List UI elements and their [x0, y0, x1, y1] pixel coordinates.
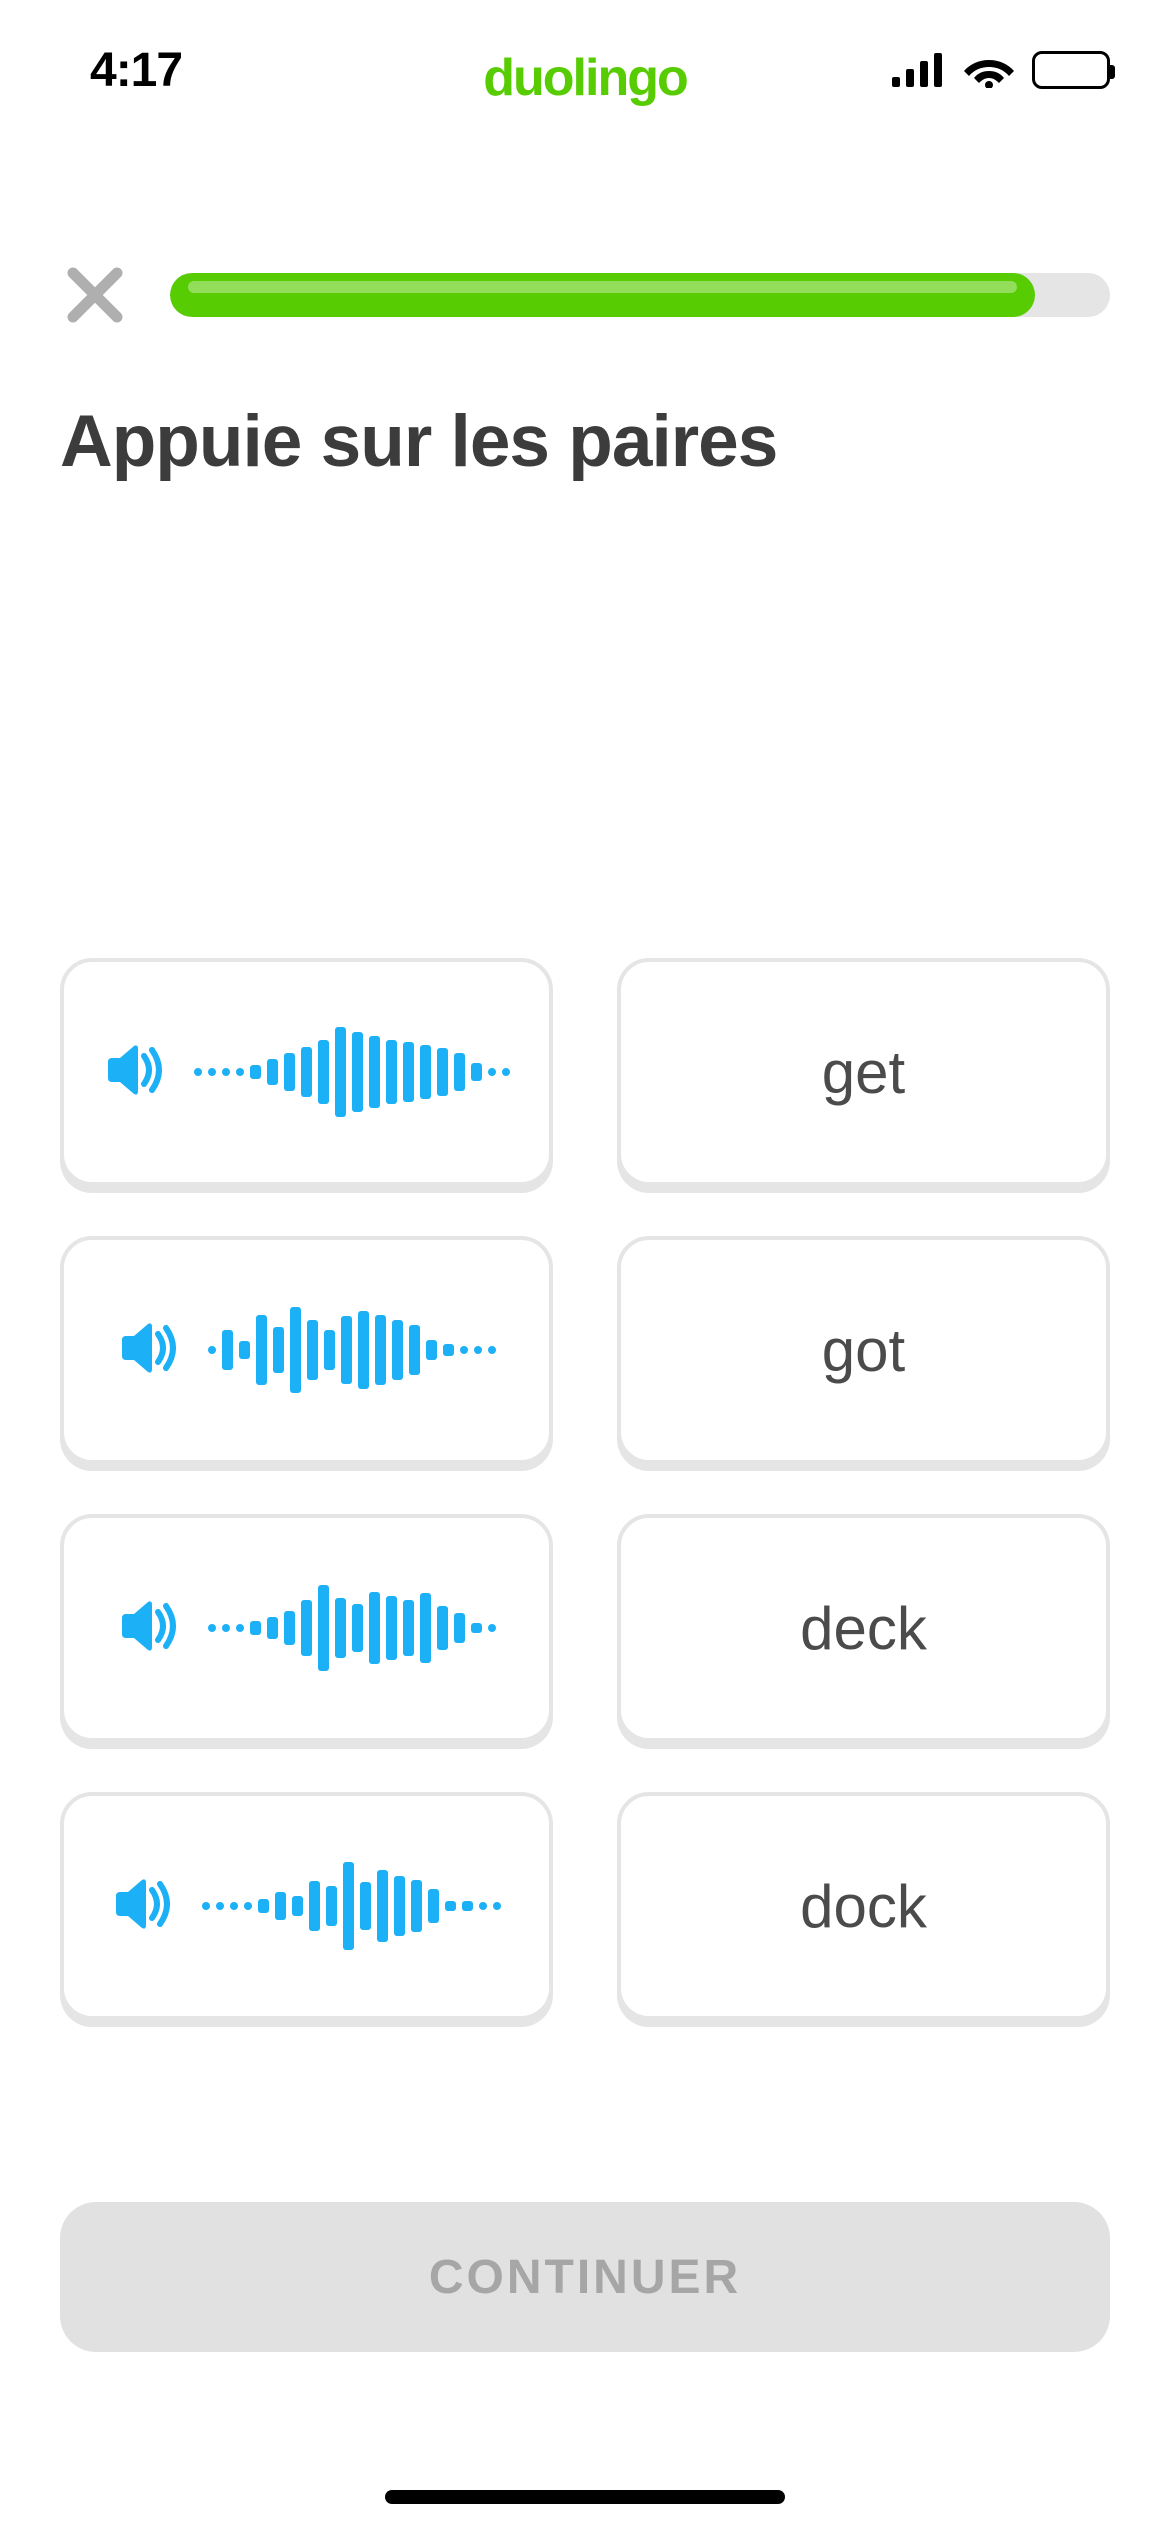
waveform: [194, 1017, 510, 1127]
waveform: [208, 1573, 496, 1683]
status-right: [892, 51, 1110, 89]
word-label: deck: [800, 1594, 927, 1663]
speaker-icon: [104, 1044, 164, 1101]
audio-card-3[interactable]: [60, 1514, 553, 1742]
status-time: 4:17: [90, 43, 182, 98]
continue-label: CONTINUER: [429, 2250, 741, 2305]
battery-icon: [1032, 51, 1110, 89]
status-bar: 4:17 duolingo: [0, 0, 1170, 140]
wifi-icon: [964, 52, 1014, 88]
audio-card-4[interactable]: [60, 1792, 553, 2020]
speaker-icon: [118, 1600, 178, 1657]
word-label: got: [822, 1316, 905, 1385]
app-logo: duolingo: [483, 48, 686, 108]
progress-bar: [170, 273, 1110, 317]
word-card-4[interactable]: dock: [617, 1792, 1110, 2020]
speaker-icon: [112, 1878, 172, 1935]
word-card-3[interactable]: deck: [617, 1514, 1110, 1742]
audio-card-1[interactable]: [60, 958, 553, 1186]
pairs-grid: get got deck: [60, 958, 1110, 2020]
speaker-icon: [118, 1322, 178, 1379]
word-card-1[interactable]: get: [617, 958, 1110, 1186]
word-label: get: [822, 1038, 905, 1107]
waveform: [202, 1851, 501, 1961]
home-indicator: [385, 2490, 785, 2504]
close-button[interactable]: [60, 260, 130, 330]
word-card-2[interactable]: got: [617, 1236, 1110, 1464]
audio-card-2[interactable]: [60, 1236, 553, 1464]
exercise-prompt: Appuie sur les paires: [60, 400, 1110, 483]
waveform: [208, 1295, 496, 1405]
cellular-icon: [892, 53, 946, 87]
lesson-header: [60, 260, 1110, 330]
close-icon: [67, 267, 123, 323]
progress-fill: [170, 273, 1035, 317]
continue-button[interactable]: CONTINUER: [60, 2202, 1110, 2352]
word-label: dock: [800, 1872, 927, 1941]
